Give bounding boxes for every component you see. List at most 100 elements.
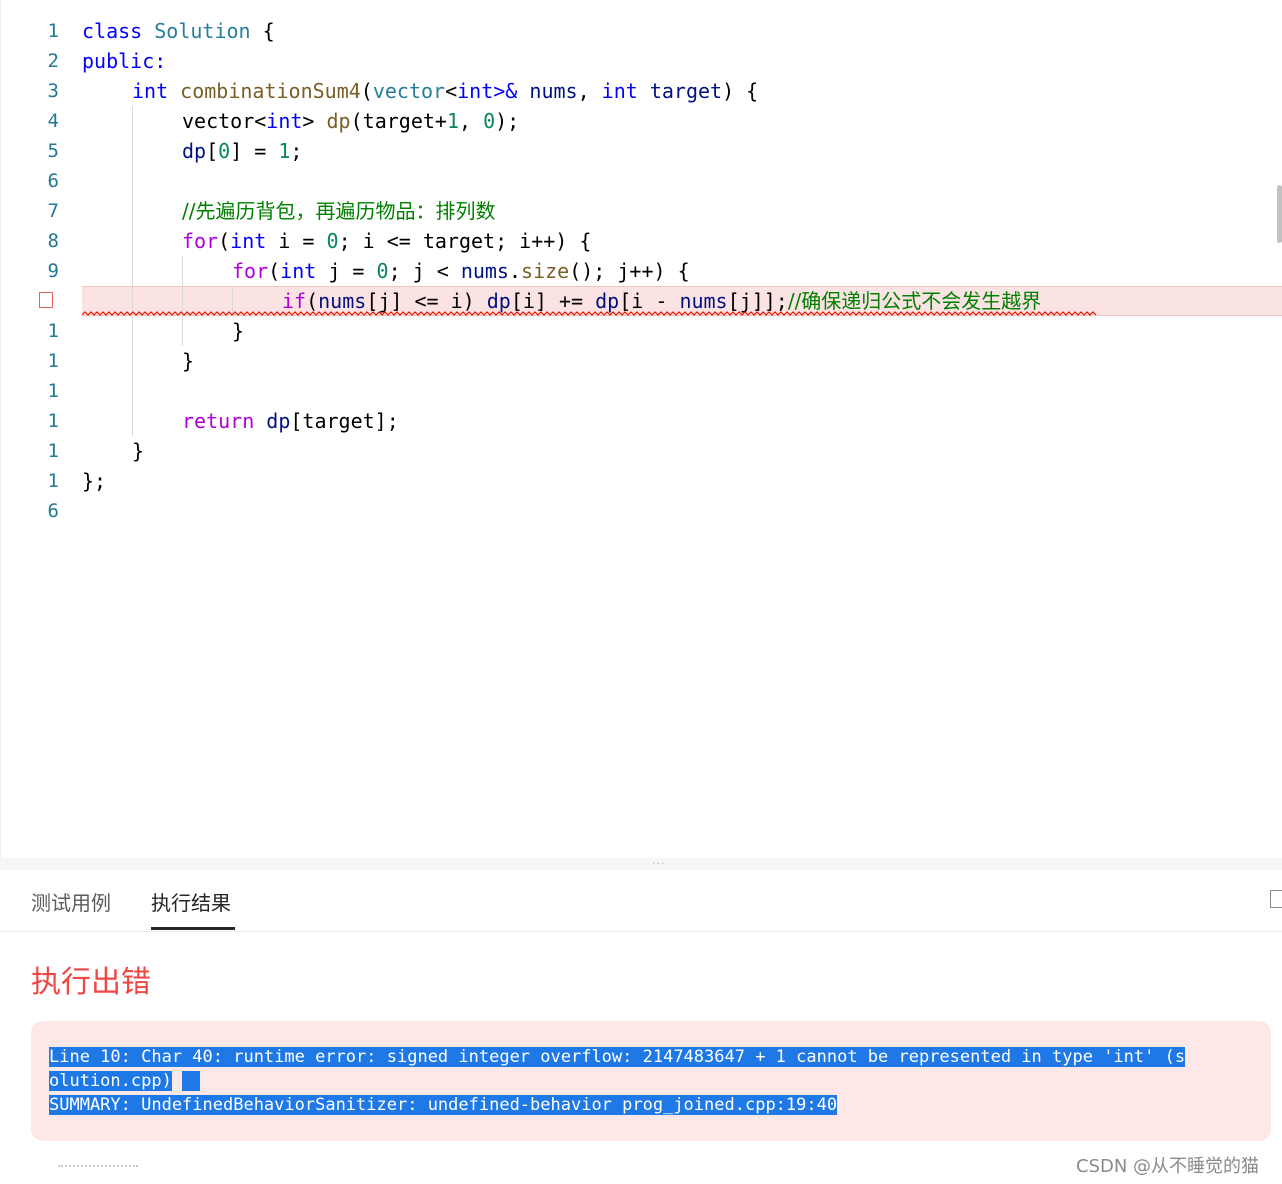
code-token: [target];: [290, 409, 399, 433]
panel-splitter[interactable]: [0, 858, 1282, 870]
expand-panel-icon[interactable]: [1270, 890, 1282, 908]
error-line: SUMMARY: UndefinedBehaviorSanitizer: und…: [49, 1095, 838, 1115]
code-token: 0: [218, 139, 231, 163]
line-number: 1: [47, 440, 59, 462]
code-token: int: [266, 109, 303, 133]
code-token: nums: [318, 289, 367, 313]
error-line: Line 10: Char 40: runtime error: signed …: [49, 1047, 1186, 1067]
code-token: target: [649, 79, 723, 103]
code-line-11[interactable]: }: [232, 316, 244, 346]
code-token: (target+: [350, 109, 447, 133]
code-line-4[interactable]: vector<int> dp(target+1, 0);: [182, 106, 519, 136]
code-token: Solution: [154, 19, 251, 43]
code-token: nums: [460, 259, 509, 283]
code-token: ,: [577, 79, 602, 103]
line-number: 3: [47, 80, 59, 102]
code-line-15[interactable]: }: [132, 436, 144, 466]
code-token: 0: [376, 259, 389, 283]
line-number: 1: [47, 320, 59, 342]
code-token: <: [445, 79, 458, 103]
code-line-8[interactable]: for(int i = 0; i <= target; i++) {: [182, 226, 591, 256]
code-token: int: [280, 259, 317, 283]
code-token: vector: [372, 79, 446, 103]
code-token: dp: [595, 289, 620, 313]
result-tabs: 测试用例 执行结果: [0, 870, 1282, 932]
code-token: nums: [679, 289, 728, 313]
code-token: {: [250, 19, 275, 43]
code-token: [j] <= i): [366, 289, 487, 313]
code-token: [i -: [619, 289, 680, 313]
code-line-14[interactable]: return dp[target];: [182, 406, 399, 436]
code-line-9[interactable]: for(int j = 0; j < nums.size(); j++) {: [232, 256, 690, 286]
indent-guide: [182, 256, 183, 346]
code-token: nums: [529, 79, 578, 103]
code-token: }: [232, 319, 245, 343]
line-number: 9: [47, 260, 59, 282]
code-token: ;: [290, 139, 303, 163]
code-token: j =: [316, 259, 377, 283]
code-line-12[interactable]: }: [182, 346, 194, 376]
error-message-text[interactable]: Line 10: Char 40: runtime error: signed …: [49, 1045, 1186, 1117]
code-token: ) {: [722, 79, 759, 103]
tab-test-cases[interactable]: 测试用例: [31, 887, 111, 916]
line-number: 6: [47, 170, 59, 192]
code-token: .: [508, 259, 522, 283]
line-number: 1: [47, 20, 59, 42]
code-token: for: [232, 259, 269, 283]
error-line: olution.cpp): [49, 1071, 172, 1091]
code-token: >&: [493, 79, 518, 103]
code-token: class: [82, 19, 143, 43]
code-comment: //确保递归公式不会发生越界: [787, 289, 1042, 313]
code-line-2[interactable]: public:: [82, 46, 166, 76]
code-token: int: [601, 79, 638, 103]
line-number: 1: [47, 380, 59, 402]
line-number: 1: [47, 350, 59, 372]
drag-handle-icon[interactable]: ···: [652, 857, 666, 870]
code-editor[interactable]: 1 2 3 4 5 6 7 8 9 1 1 1 1 1 1 6 class So…: [0, 0, 1282, 858]
code-token: dp: [182, 139, 207, 163]
line-number: 8: [47, 230, 59, 252]
code-token: ,: [458, 109, 484, 133]
line-number: 2: [47, 50, 59, 72]
code-token: }: [182, 349, 195, 373]
code-token: (: [360, 79, 373, 103]
code-token: ] =: [230, 139, 279, 163]
code-token: (: [218, 229, 231, 253]
line-number: 5: [47, 140, 59, 162]
code-line-5[interactable]: dp[0] = 1;: [182, 136, 302, 166]
error-marker-icon[interactable]: [39, 292, 53, 308]
code-token: dp: [486, 289, 511, 313]
code-token: (); j++) {: [569, 259, 690, 283]
code-token: (: [306, 289, 319, 313]
tab-execution-result[interactable]: 执行结果: [151, 887, 231, 916]
code-token: [j]];: [727, 289, 788, 313]
indent-guide: [132, 106, 133, 436]
code-token: combinationSum4: [180, 79, 361, 103]
code-token: ; i <= target; i++) {: [338, 229, 592, 253]
code-token: >: [302, 109, 327, 133]
code-token: 0: [483, 109, 496, 133]
code-token: };: [82, 469, 107, 493]
line-number: 7: [47, 200, 59, 222]
code-line-7[interactable]: //先遍历背包，再遍历物品：排列数: [182, 196, 495, 226]
code-token: (: [268, 259, 281, 283]
code-token: vector<: [182, 109, 267, 133]
code-token: ; j <: [388, 259, 461, 283]
code-line-16[interactable]: };: [82, 466, 106, 496]
code-token: );: [495, 109, 520, 133]
code-token: for: [182, 229, 219, 253]
result-status-title: 执行出错: [31, 965, 151, 1000]
line-number: 6: [47, 500, 59, 522]
code-token: 1: [446, 109, 459, 133]
code-token: i =: [266, 229, 327, 253]
code-token: int: [132, 79, 169, 103]
code-line-3[interactable]: int combinationSum4(vector<int>& nums, i…: [132, 76, 758, 106]
code-token: [: [206, 139, 219, 163]
editor-scrollbar[interactable]: [1277, 185, 1282, 243]
code-token: dp: [266, 409, 291, 433]
code-line-1[interactable]: class Solution {: [82, 16, 275, 46]
line-number: 1: [47, 410, 59, 432]
code-token: size: [521, 259, 570, 283]
code-token: if: [282, 289, 307, 313]
selection-tail: [182, 1071, 201, 1091]
